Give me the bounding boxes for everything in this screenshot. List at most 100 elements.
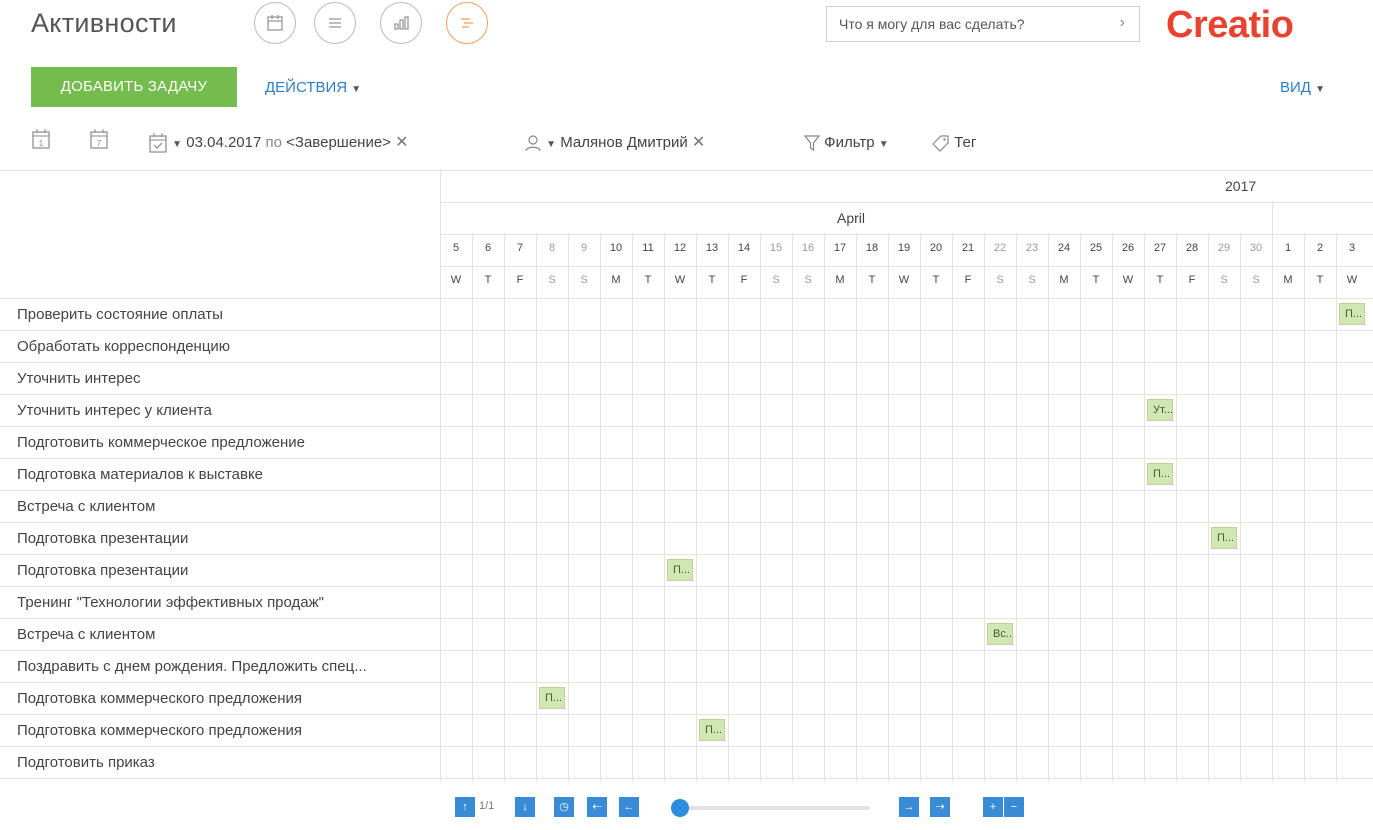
weekday-letter: W xyxy=(1122,274,1134,286)
actions-menu-button[interactable]: ДЕЙСТВИЯ ▼ xyxy=(265,79,361,96)
task-bar[interactable]: П... xyxy=(1211,527,1237,549)
day-period-button[interactable]: 1 xyxy=(31,128,51,158)
task-bar[interactable]: П... xyxy=(1339,303,1365,325)
grid-line xyxy=(664,234,665,782)
grid-line xyxy=(1176,234,1177,782)
grid-line xyxy=(1016,234,1017,782)
weekday-letter: S xyxy=(804,274,812,286)
task-name[interactable]: Подготовка материалов к выставке xyxy=(17,466,437,483)
grid-line xyxy=(568,234,569,782)
scroll-left-button[interactable]: ← xyxy=(619,797,639,817)
weekday-letter: W xyxy=(1346,274,1358,286)
task-name[interactable]: Уточнить интерес у клиента xyxy=(17,402,437,419)
grid-line xyxy=(0,746,1373,747)
weekday-letter: T xyxy=(484,274,492,286)
grid-line xyxy=(440,170,441,782)
clear-date-icon[interactable]: ✕ xyxy=(395,134,408,151)
clock-icon[interactable]: ◷ xyxy=(554,797,574,817)
grid-line xyxy=(1272,234,1273,782)
day-number: 2 xyxy=(1316,242,1324,254)
grid-line xyxy=(0,458,1373,459)
filter-icon xyxy=(803,135,821,152)
task-name[interactable]: Обработать корреспонденцию xyxy=(17,338,437,355)
clear-owner-icon[interactable]: ✕ xyxy=(692,134,705,151)
day-number: 11 xyxy=(642,242,654,254)
task-bar[interactable]: П... xyxy=(539,687,565,709)
weekday-letter: M xyxy=(611,274,621,286)
weekday-letter: S xyxy=(1220,274,1228,286)
task-name[interactable]: Встреча с клиентом xyxy=(17,498,437,515)
caret-down-icon: ▼ xyxy=(546,139,557,150)
tag-button[interactable]: Тег xyxy=(932,128,976,158)
grid-line xyxy=(0,554,1373,555)
weekday-letter: S xyxy=(1252,274,1260,286)
weekday-letter: T xyxy=(932,274,940,286)
search-input[interactable]: Что я могу для вас сделать? › xyxy=(826,6,1140,42)
grid-line xyxy=(440,266,1373,267)
zoom-slider[interactable] xyxy=(680,806,870,810)
grid-line xyxy=(0,298,1373,299)
custom-period-filter[interactable]: ▼ 03.04.2017 по <Завершение> ✕ xyxy=(148,128,409,158)
arrow-down-button[interactable]: ↓ xyxy=(515,797,535,817)
zoom-slider-thumb[interactable] xyxy=(671,799,689,817)
brand-logo: Creatio xyxy=(1166,4,1294,46)
list-view-button[interactable] xyxy=(314,2,356,44)
task-bar[interactable]: П... xyxy=(1147,463,1173,485)
day-number: 23 xyxy=(1025,242,1039,254)
task-bar[interactable]: П... xyxy=(667,559,693,581)
day-number: 13 xyxy=(705,242,719,254)
caret-down-icon: ▼ xyxy=(878,139,889,150)
task-bar[interactable]: Вс... xyxy=(987,623,1013,645)
task-name[interactable]: Подготовка коммерческого предложения xyxy=(17,722,437,739)
month-label: April xyxy=(837,210,866,226)
tag-label: Тег xyxy=(954,134,977,151)
day-number: 12 xyxy=(673,242,687,254)
weekday-letter: W xyxy=(450,274,462,286)
analytics-icon xyxy=(394,16,409,30)
grid-line xyxy=(888,234,889,782)
grid-line xyxy=(1144,234,1145,782)
gantt-view-button[interactable] xyxy=(446,2,488,44)
task-bar[interactable]: Ут... xyxy=(1147,399,1173,421)
scroll-start-button[interactable]: ⇠ xyxy=(587,797,607,817)
grid-line xyxy=(0,714,1373,715)
weekday-letter: F xyxy=(964,274,972,286)
task-bar[interactable]: П... xyxy=(699,719,725,741)
task-name[interactable]: Подготовить приказ xyxy=(17,754,437,771)
scroll-right-button[interactable]: → xyxy=(899,797,919,817)
task-name[interactable]: Проверить состояние оплаты xyxy=(17,306,437,323)
filter-button[interactable]: Фильтр ▼ xyxy=(803,128,889,158)
tag-icon xyxy=(932,135,949,152)
calendar-view-button[interactable] xyxy=(254,2,296,44)
analytics-view-button[interactable] xyxy=(380,2,422,44)
arrow-up-button[interactable]: ↑ xyxy=(455,797,475,817)
task-name[interactable]: Подготовка презентации xyxy=(17,530,437,547)
weekday-letter: M xyxy=(1059,274,1069,286)
task-name[interactable]: Подготовка коммерческого предложения xyxy=(17,690,437,707)
chevron-right-icon[interactable]: › xyxy=(1120,14,1125,32)
task-name[interactable]: Подготовить коммерческое предложение xyxy=(17,434,437,451)
day-number: 30 xyxy=(1249,242,1263,254)
day-number: 15 xyxy=(769,242,783,254)
view-menu-button[interactable]: ВИД ▼ xyxy=(1280,79,1325,96)
zoom-out-button[interactable]: − xyxy=(1004,797,1024,817)
calendar-day-icon: 1 xyxy=(32,129,50,149)
task-name[interactable]: Уточнить интерес xyxy=(17,370,437,387)
grid-line xyxy=(920,234,921,782)
add-task-button[interactable]: ДОБАВИТЬ ЗАДАЧУ xyxy=(31,67,237,107)
owner-filter[interactable]: ▼ Малянов Дмитрий ✕ xyxy=(524,128,705,158)
task-name[interactable]: Подготовка презентации xyxy=(17,562,437,579)
grid-line xyxy=(0,394,1373,395)
scroll-end-button[interactable]: ⇢ xyxy=(930,797,950,817)
grid-line xyxy=(824,234,825,782)
week-period-button[interactable]: 7 xyxy=(89,128,109,158)
svg-text:7: 7 xyxy=(97,139,102,148)
task-name[interactable]: Тренинг "Технологии эффективных продаж" xyxy=(17,594,437,611)
day-number: 25 xyxy=(1089,242,1103,254)
zoom-in-button[interactable]: + xyxy=(983,797,1003,817)
weekday-letter: T xyxy=(1316,274,1324,286)
task-name[interactable]: Поздравить с днем рождения. Предложить с… xyxy=(17,658,437,675)
task-name[interactable]: Встреча с клиентом xyxy=(17,626,437,643)
weekday-letter: T xyxy=(708,274,716,286)
weekday-letter: S xyxy=(1028,274,1036,286)
